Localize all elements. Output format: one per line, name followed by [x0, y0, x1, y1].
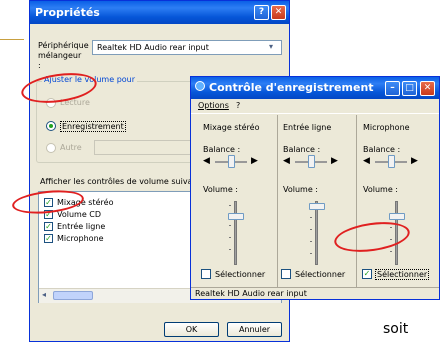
balance-thumb-entree[interactable] — [308, 155, 315, 168]
item-volume-cd-label: Volume CD — [57, 210, 102, 219]
show-controls-label: Afficher les contrôles de volume suivant… — [40, 177, 211, 186]
recording-title: Contrôle d'enregistrement — [209, 81, 374, 94]
tick — [390, 227, 392, 228]
menu-help[interactable]: ? — [236, 101, 240, 110]
speaker-right-icon: ▶ — [411, 156, 418, 166]
select-checkbox-entree[interactable] — [281, 269, 291, 279]
speaker-right-icon: ▶ — [251, 156, 258, 166]
radio-lecture-label: Lecture — [60, 98, 90, 107]
column-entree-name: Entrée ligne — [283, 123, 332, 132]
volume-track-micro[interactable] — [395, 201, 398, 265]
balance-thumb-mixage[interactable] — [228, 155, 235, 168]
tick — [390, 251, 392, 252]
status-bar: Realtek HD Audio rear input — [191, 287, 439, 300]
scroll-left-icon[interactable]: ◂ — [42, 290, 46, 299]
recording-close-button[interactable]: ✕ — [420, 81, 435, 96]
column-divider — [277, 115, 278, 287]
balance-thumb-micro[interactable] — [388, 155, 395, 168]
properties-titlebar: Propriétés ? ✕ — [30, 1, 289, 24]
tick — [310, 217, 312, 218]
column-micro-volume: Volume : — [363, 185, 398, 194]
checkbox-entree-ligne[interactable]: ✓ — [44, 222, 53, 231]
tick — [310, 229, 312, 230]
menu-options[interactable]: Options — [198, 101, 229, 110]
item-entree-ligne-label: Entrée ligne — [57, 222, 106, 231]
select-label-micro: Sélectionner — [375, 269, 430, 280]
radio-enregistrement[interactable] — [46, 121, 56, 131]
column-mixage-name: Mixage stéréo — [203, 123, 260, 132]
status-text: Realtek HD Audio rear input — [195, 289, 307, 298]
orange-line — [0, 39, 24, 40]
menubar: Options ? — [191, 99, 439, 114]
column-entree-volume: Volume : — [283, 185, 318, 194]
caption-text: soit — [383, 321, 409, 337]
speaker-icon — [195, 81, 205, 91]
scroll-thumb[interactable] — [53, 291, 93, 300]
item-mixage-label: Mixage stéréo — [57, 198, 114, 207]
tick — [310, 241, 312, 242]
volume-thumb-micro[interactable] — [389, 213, 405, 220]
volume-track-entree[interactable] — [315, 201, 318, 265]
chevron-down-icon: ▾ — [269, 42, 274, 51]
minimize-button[interactable]: – — [385, 81, 400, 96]
item-microphone-label: Microphone — [57, 234, 104, 243]
volume-thumb-mixage[interactable] — [228, 213, 244, 220]
adjust-label: Ajuster le volume pour — [42, 75, 138, 84]
mixer-label: Périphérique mélangeur : — [38, 41, 89, 70]
cancel-button[interactable]: Annuler — [227, 322, 282, 337]
radio-autre[interactable] — [46, 143, 56, 153]
select-label-entree: Sélectionner — [295, 270, 346, 279]
properties-title: Propriétés — [35, 6, 100, 19]
tick — [229, 205, 231, 206]
select-label-mixage: Sélectionner — [215, 270, 266, 279]
radio-autre-label: Autre — [60, 143, 82, 152]
tick — [390, 239, 392, 240]
ok-button[interactable]: OK — [164, 322, 219, 337]
checkbox-mixage[interactable]: ✓ — [44, 198, 53, 207]
column-micro-balance: Balance : — [363, 145, 401, 154]
speaker-left-icon: ◀ — [283, 156, 290, 166]
mixer-select[interactable]: Realtek HD Audio rear input ▾ — [92, 40, 282, 55]
maximize-button[interactable]: □ — [402, 81, 417, 96]
recording-titlebar: Contrôle d'enregistrement – □ ✕ — [191, 77, 439, 99]
speaker-right-icon: ▶ — [331, 156, 338, 166]
tick — [229, 249, 231, 250]
volume-track-mixage[interactable] — [234, 201, 237, 265]
mixer-select-value: Realtek HD Audio rear input — [97, 43, 209, 52]
help-button[interactable]: ? — [254, 5, 269, 20]
autre-select[interactable] — [94, 140, 198, 155]
speaker-left-icon: ◀ — [363, 156, 370, 166]
column-divider — [356, 115, 357, 287]
close-button[interactable]: ✕ — [271, 5, 286, 20]
tick — [229, 237, 231, 238]
tick — [310, 253, 312, 254]
column-mixage-balance: Balance : — [203, 145, 241, 154]
select-checkbox-mixage[interactable] — [201, 269, 211, 279]
column-micro-name: Microphone — [363, 123, 410, 132]
radio-enregistrement-label: Enregistrement — [60, 121, 126, 132]
tick — [229, 225, 231, 226]
column-entree-balance: Balance : — [283, 145, 321, 154]
checkbox-microphone[interactable]: ✓ — [44, 234, 53, 243]
column-mixage-volume: Volume : — [203, 185, 238, 194]
select-checkbox-micro[interactable]: ✓ — [362, 269, 372, 279]
speaker-left-icon: ◀ — [203, 156, 210, 166]
recording-control-window: Contrôle d'enregistrement – □ ✕ Options … — [190, 76, 440, 300]
checkbox-volume-cd[interactable]: ✓ — [44, 210, 53, 219]
volume-thumb-entree[interactable] — [309, 203, 325, 210]
radio-lecture[interactable] — [46, 98, 56, 108]
